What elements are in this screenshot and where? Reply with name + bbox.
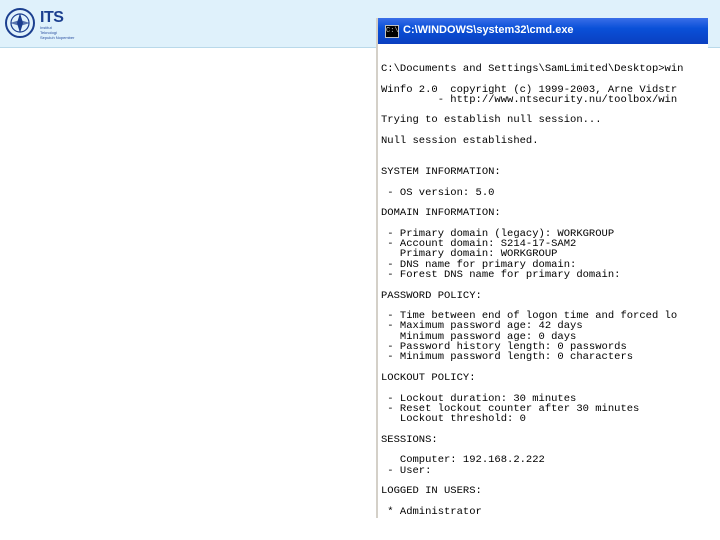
brand-subtitle: Institut Teknologi Sepuluh Nopember bbox=[40, 25, 75, 40]
console-line: PASSWORD POLICY: bbox=[381, 289, 482, 302]
console-line: SESSIONS: bbox=[381, 433, 438, 446]
console-line: - OS version: 5.0 bbox=[381, 186, 495, 199]
cmd-window[interactable]: C:\ C:\WINDOWS\system32\cmd.exe C:\Docum… bbox=[376, 18, 708, 518]
console-line: * Administrator bbox=[381, 505, 482, 518]
console-line: C:\Documents and Settings\SamLimited\Des… bbox=[381, 63, 684, 75]
window-title: C:\WINDOWS\system32\cmd.exe bbox=[403, 24, 574, 36]
cmd-icon[interactable]: C:\ bbox=[385, 25, 399, 38]
console-line: LOCKOUT POLICY: bbox=[381, 371, 476, 384]
console-line: Null session established. bbox=[381, 135, 539, 148]
window-titlebar[interactable]: C:\ C:\WINDOWS\system32\cmd.exe bbox=[378, 18, 708, 44]
console-line: - Forest DNS name for primary domain: bbox=[381, 268, 621, 281]
console-line: - Minimum password length: 0 characters bbox=[381, 351, 634, 364]
console-line: LOGGED IN USERS: bbox=[381, 485, 482, 498]
console-output[interactable]: C:\Documents and Settings\SamLimited\Des… bbox=[381, 63, 708, 518]
console-line: DOMAIN INFORMATION: bbox=[381, 207, 501, 220]
console-line: SYSTEM INFORMATION: bbox=[381, 165, 501, 178]
its-logo-icon bbox=[5, 8, 35, 38]
console-line: - User: bbox=[381, 464, 432, 477]
console-line: - http://www.ntsecurity.nu/toolbox/win bbox=[381, 93, 678, 106]
brand: ITS Institut Teknologi Sepuluh Nopember bbox=[40, 9, 75, 41]
console-line: Trying to establish null session... bbox=[381, 114, 602, 127]
console-line: Lockout threshold: 0 bbox=[381, 413, 526, 426]
brand-name: ITS bbox=[40, 9, 64, 26]
